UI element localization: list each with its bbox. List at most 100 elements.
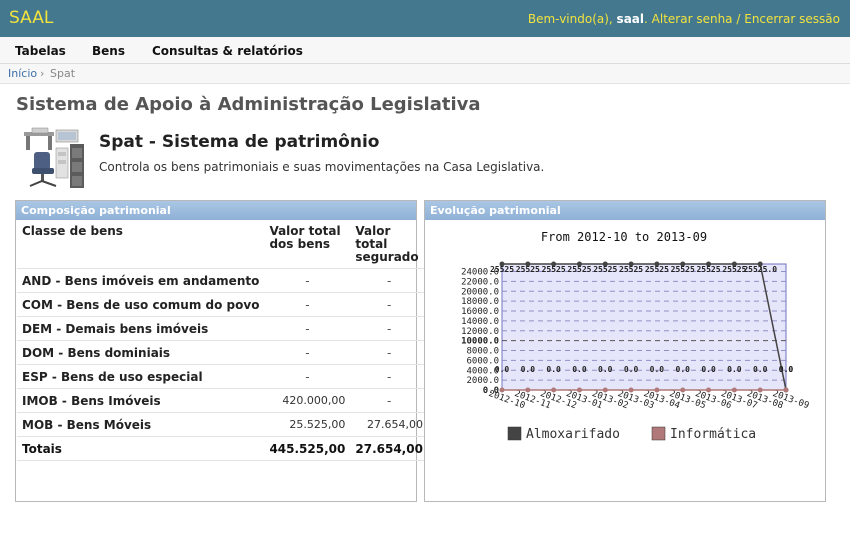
data-label: 25525.0 (743, 265, 777, 274)
data-point (551, 387, 557, 393)
data-point (499, 387, 505, 393)
valor-total-cell: - (264, 364, 351, 389)
table-row: ESP - Bens de uso especial - - (17, 364, 428, 389)
table-row: DOM - Bens dominiais - - (17, 340, 428, 365)
legend-label: Informática (670, 427, 756, 442)
totals-valor-segurado: 27.654,00 (350, 436, 428, 461)
data-label: 0.0 (779, 365, 794, 374)
module-description: Controla os bens patrimoniais e suas mov… (99, 160, 545, 174)
office-furniture-icon (24, 127, 84, 188)
totals-valor-total: 445.525,00 (264, 436, 351, 461)
header-classe: Classe de bens (17, 221, 265, 269)
data-point (654, 387, 660, 393)
y-tick-label: 22000.0 (461, 277, 499, 287)
valor-total-cell: 25.525,00 (264, 412, 351, 437)
plot-area (501, 263, 787, 391)
separator: / (736, 12, 741, 26)
data-label: 25525 (490, 265, 514, 274)
data-label: 0.0 (676, 365, 691, 374)
y-tick-label: 12000.0 (461, 327, 499, 337)
y-tick-label: 8000.0 (466, 347, 499, 357)
table-row: MOB - Bens Móveis 25.525,00 27.654,00 (17, 412, 428, 437)
classe-cell: ESP - Bens de uso especial (17, 364, 265, 389)
valor-segurado-cell: - (350, 292, 428, 317)
menu-item-tabelas[interactable]: Tabelas (15, 44, 66, 58)
data-point (525, 387, 531, 393)
valor-segurado-cell: - (350, 364, 428, 389)
table-row: AND - Bens imóveis em andamento - - (17, 268, 428, 293)
totals-row: Totais 445.525,00 27.654,00 (17, 436, 428, 461)
data-point (680, 387, 686, 393)
username: saal (616, 12, 644, 26)
legend-swatch (651, 426, 666, 441)
data-label: 0.0 (624, 365, 639, 374)
menu-item-bens[interactable]: Bens (92, 44, 125, 58)
classe-cell: MOB - Bens Móveis (17, 412, 265, 437)
data-point (602, 387, 608, 393)
totals-label: Totais (17, 436, 265, 461)
composition-table: Classe de bens Valor total dos bens Valo… (17, 221, 428, 461)
valor-total-cell: - (264, 292, 351, 317)
page-title: Sistema de Apoio à Administração Legisla… (16, 94, 481, 115)
valor-segurado-cell: - (350, 268, 428, 293)
breadcrumb-home[interactable]: Início (8, 67, 37, 80)
menu-item-consultas[interactable]: Consultas & relatórios (152, 44, 303, 58)
valor-segurado-cell: 27.654,00 (350, 412, 428, 437)
data-label: 25525 (542, 265, 566, 274)
data-label: 25525 (671, 265, 695, 274)
breadcrumb-separator: › (40, 67, 45, 80)
legend-swatch (507, 426, 522, 441)
y-tick-label: 2000.0 (466, 376, 499, 386)
data-label: 0.0 (495, 365, 510, 374)
breadcrumb: Início › Spat (0, 64, 850, 84)
app-title[interactable]: SAAL (9, 8, 53, 28)
logout-link[interactable]: Encerrar sessão (744, 12, 840, 26)
y-tick-label: 20000.0 (461, 287, 499, 297)
evolution-chart: From 2012-10 to 2013-090.02000.04000.060… (461, 230, 810, 442)
evolution-panel-title: Evolução patrimonial (425, 201, 825, 220)
header-valor-total: Valor total dos bens (264, 221, 351, 269)
data-label: 25525 (619, 265, 643, 274)
valor-segurado-cell: - (350, 340, 428, 365)
valor-segurado-cell: - (350, 316, 428, 341)
valor-total-cell: 420.000,00 (264, 388, 351, 413)
valor-segurado-cell: - (350, 388, 428, 413)
y-tick-label: 18000.0 (461, 297, 499, 307)
data-point (576, 387, 582, 393)
data-label: 0.0 (650, 365, 665, 374)
header-valor-segurado: Valor total segurado (350, 221, 428, 269)
chart-title: From 2012-10 to 2013-09 (541, 230, 707, 244)
valor-total-cell: - (264, 268, 351, 293)
table-row: DEM - Demais bens imóveis - - (17, 316, 428, 341)
table-row: COM - Bens de uso comum do povo - - (17, 292, 428, 317)
data-label: 0.0 (753, 365, 768, 374)
classe-cell: IMOB - Bens Imóveis (17, 388, 265, 413)
legend-label: Almoxarifado (526, 427, 620, 442)
classe-cell: COM - Bens de uso comum do povo (17, 292, 265, 317)
welcome-text: Bem-vindo(a), (527, 12, 613, 26)
change-password-link[interactable]: Alterar senha (652, 12, 733, 26)
y-tick-label: 10000.0 (461, 337, 499, 347)
classe-cell: AND - Bens imóveis em andamento (17, 268, 265, 293)
composition-panel-title: Composição patrimonial (16, 201, 416, 220)
main-menu: Tabelas Bens Consultas & relatórios (0, 37, 850, 64)
data-label: 0.0 (727, 365, 742, 374)
table-row: IMOB - Bens Imóveis 420.000,00 - (17, 388, 428, 413)
classe-cell: DOM - Bens dominiais (17, 340, 265, 365)
evolution-panel: Evolução patrimonial From 2012-10 to 201… (424, 200, 826, 502)
valor-total-cell: - (264, 316, 351, 341)
data-label: 0.0 (546, 365, 561, 374)
valor-total-cell: - (264, 340, 351, 365)
data-label: 25525 (567, 265, 591, 274)
data-label: 25525 (696, 265, 720, 274)
data-label: 0.0 (572, 365, 587, 374)
module-title: Spat - Sistema de patrimônio (99, 132, 380, 152)
classe-cell: DEM - Demais bens imóveis (17, 316, 265, 341)
user-area: Bem-vindo(a), saal. Alterar senha / Ence… (527, 12, 840, 26)
y-tick-label: 16000.0 (461, 307, 499, 317)
data-label: 0.0 (598, 365, 613, 374)
data-point (783, 387, 789, 393)
composition-panel: Composição patrimonial Classe de bens Va… (15, 200, 428, 502)
breadcrumb-current: Spat (50, 67, 76, 80)
top-header: SAAL Bem-vindo(a), saal. Alterar senha /… (0, 0, 850, 37)
